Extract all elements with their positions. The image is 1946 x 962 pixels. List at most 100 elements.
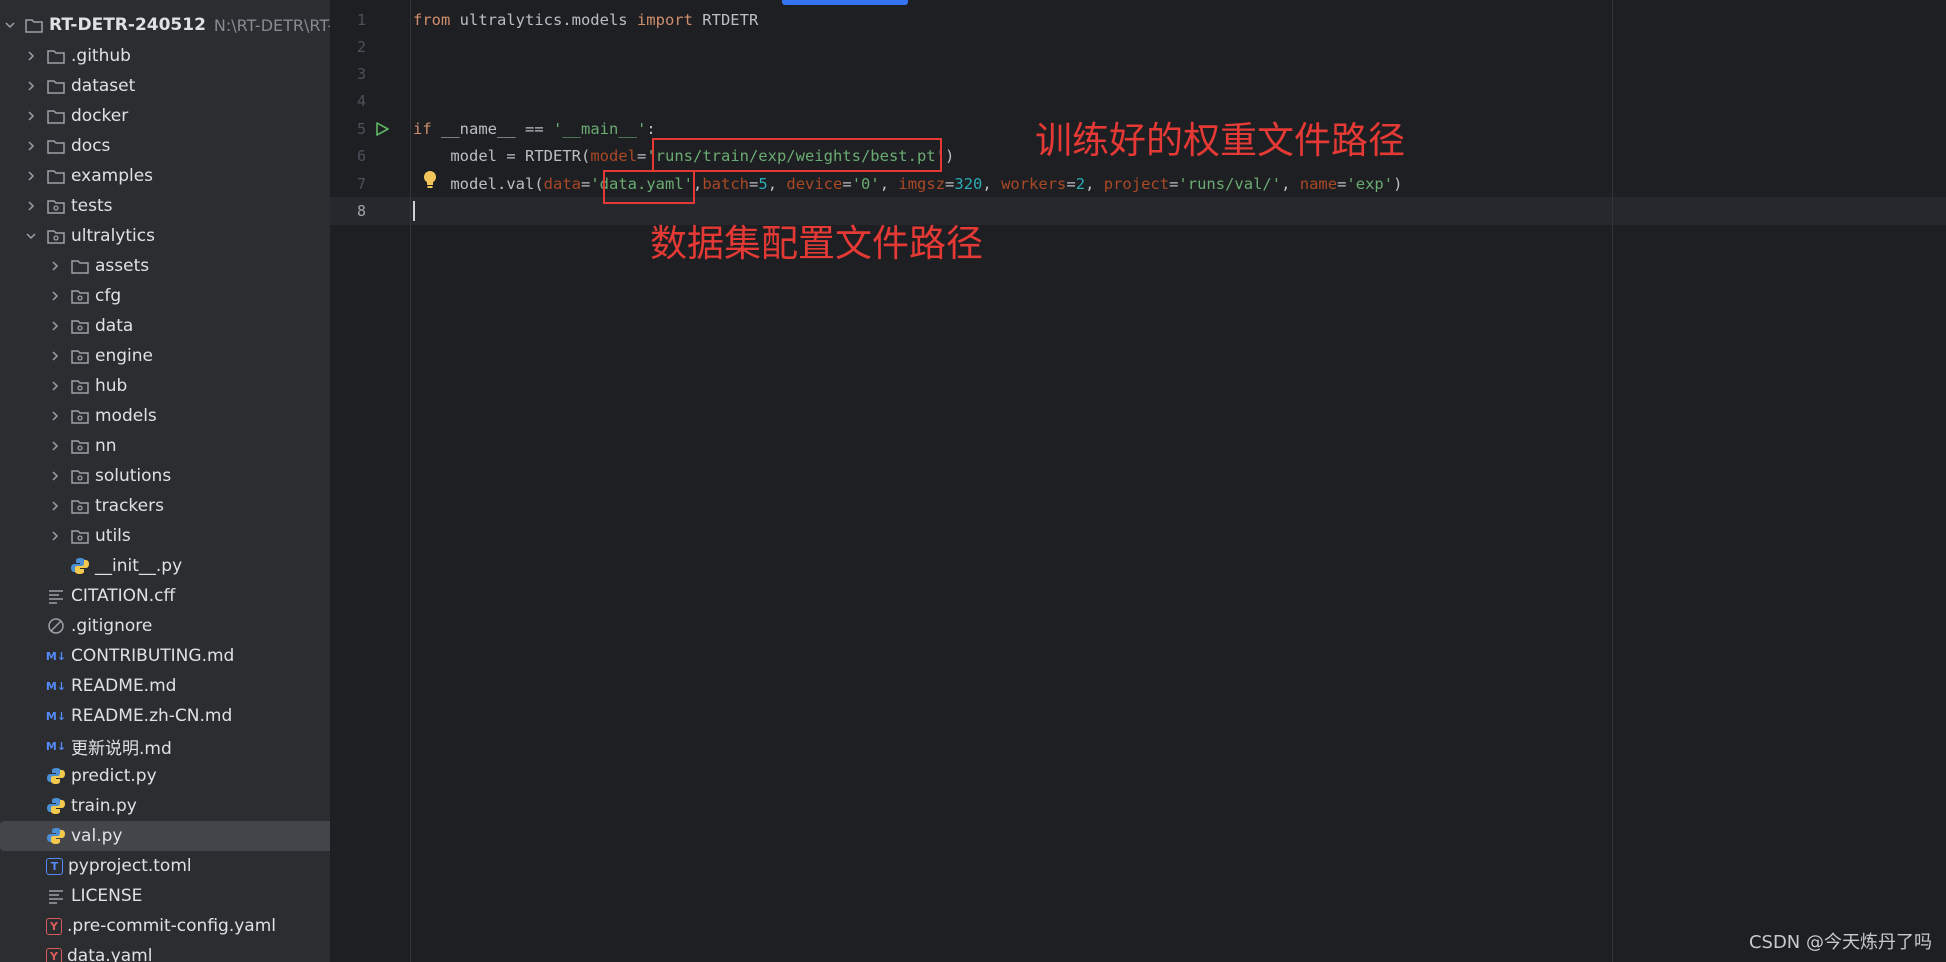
tree-item-label: docs	[71, 136, 111, 156]
folder-icon	[46, 76, 66, 96]
tree-item-label: predict.py	[71, 766, 157, 786]
tree-item-citation-cff[interactable]: CITATION.cff	[0, 581, 330, 611]
chevron-right-icon[interactable]	[24, 49, 38, 63]
tree-item-assets[interactable]: assets	[0, 251, 330, 281]
code-text: model = RTDETR(	[413, 147, 591, 165]
annotation-dataset-path: 数据集配置文件路径	[650, 222, 983, 265]
tree-item-cfg[interactable]: cfg	[0, 281, 330, 311]
tree-item-contributing-md[interactable]: M↓ CONTRIBUTING.md	[0, 641, 330, 671]
chevron-right-icon[interactable]	[48, 319, 62, 333]
yaml-file-icon: Y	[46, 917, 62, 935]
chevron-right-icon[interactable]	[48, 529, 62, 543]
tree-item-label: pyproject.toml	[68, 856, 192, 876]
active-tab-indicator	[782, 0, 908, 5]
package-folder-icon	[70, 496, 90, 516]
string-literal: '0'	[851, 175, 880, 193]
tree-item-solutions[interactable]: solutions	[0, 461, 330, 491]
tree-item-label: examples	[71, 166, 154, 186]
run-icon[interactable]	[374, 121, 390, 137]
number-literal: 2	[1075, 175, 1086, 193]
tree-item-data[interactable]: data	[0, 311, 330, 341]
tree-item-label: models	[95, 406, 157, 426]
colon: :	[646, 120, 656, 138]
chevron-right-icon[interactable]	[24, 169, 38, 183]
number-literal: 5	[758, 175, 768, 193]
tree-item-label: docker	[71, 106, 129, 126]
tree-item-nn[interactable]: nn	[0, 431, 330, 461]
chevron-right-icon[interactable]	[48, 439, 62, 453]
tree-item-label: __init__.py	[95, 556, 183, 576]
chevron-down-icon[interactable]	[24, 229, 38, 243]
code-line-7[interactable]: model.val(data='data.yaml',batch=5, devi…	[413, 171, 1402, 198]
tree-item-gitignore[interactable]: .gitignore	[0, 611, 330, 641]
package-folder-icon	[70, 316, 90, 336]
tree-item-label: utils	[95, 526, 131, 546]
tree-item-train-py[interactable]: train.py	[0, 791, 330, 821]
tree-item-pyproject-toml[interactable]: Tpyproject.toml	[0, 851, 330, 881]
chevron-down-icon[interactable]	[4, 18, 16, 32]
package-folder-icon	[70, 406, 90, 426]
chevron-right-icon[interactable]	[48, 499, 62, 513]
comma: ,	[982, 175, 1002, 193]
chevron-right-icon[interactable]	[48, 289, 62, 303]
chevron-right-icon[interactable]	[48, 469, 62, 483]
tree-item-docs[interactable]: docs	[0, 131, 330, 161]
chevron-right-icon[interactable]	[48, 409, 62, 423]
chevron-right-icon[interactable]	[24, 79, 38, 93]
operator: =	[842, 175, 852, 193]
tree-item-readme-md[interactable]: M↓ README.md	[0, 671, 330, 701]
code-line-5[interactable]: if __name__ == '__main__':	[413, 116, 656, 143]
tree-item-utils[interactable]: utils	[0, 521, 330, 551]
ignore-file-icon	[46, 616, 66, 636]
markdown-file-icon: M↓	[45, 709, 67, 723]
number-literal: 320	[954, 175, 983, 193]
tree-root-row[interactable]: RT-DETR-240512 N:\RT-DETR\RT-I	[0, 10, 330, 40]
tree-item-data-yaml[interactable]: Ydata.yaml	[0, 941, 330, 962]
line-number: 1	[356, 11, 366, 29]
tree-item-examples[interactable]: examples	[0, 161, 330, 191]
markdown-file-icon: M↓	[45, 679, 67, 693]
tree-item-docker[interactable]: docker	[0, 101, 330, 131]
package-folder-icon	[70, 376, 90, 396]
folder-icon	[46, 136, 66, 156]
line-number: 6	[356, 147, 366, 165]
comma: ,	[1281, 175, 1300, 193]
tree-item-hub[interactable]: hub	[0, 371, 330, 401]
tree-item-trackers[interactable]: trackers	[0, 491, 330, 521]
chevron-right-icon[interactable]	[48, 349, 62, 363]
chevron-right-icon[interactable]	[48, 379, 62, 393]
tree-item-engine[interactable]: engine	[0, 341, 330, 371]
text-caret	[413, 201, 415, 221]
line-number: 2	[356, 38, 366, 56]
code-editor[interactable]: 1 2 3 4 5 6 7 8 from ultralytics.models …	[330, 0, 1946, 962]
tree-item-pre-commit-config-yaml[interactable]: Y .pre-commit-config.yaml	[0, 911, 330, 941]
chevron-right-icon[interactable]	[24, 139, 38, 153]
chevron-right-icon[interactable]	[48, 259, 62, 273]
tree-item-predict-py[interactable]: predict.py	[0, 761, 330, 791]
project-tree-panel: RT-DETR-240512 N:\RT-DETR\RT-I .github da…	[0, 0, 330, 962]
param-name: imgsz	[898, 175, 946, 193]
tree-item-ultralytics[interactable]: ultralytics	[0, 221, 330, 251]
tree-item-dataset[interactable]: dataset	[0, 71, 330, 101]
tree-item-md[interactable]: M↓ 更新说明.md	[0, 731, 330, 761]
param-name: project	[1103, 175, 1170, 193]
tree-item-license[interactable]: LICENSE	[0, 881, 330, 911]
package-folder-icon	[70, 436, 90, 456]
python-file-icon	[46, 766, 66, 786]
tree-item-label: train.py	[71, 796, 137, 816]
tree-item-models[interactable]: models	[0, 401, 330, 431]
line-number: 3	[356, 65, 366, 83]
code-text: )	[944, 147, 955, 165]
annotation-box-dataset	[603, 170, 695, 204]
chevron-right-icon[interactable]	[24, 199, 38, 213]
tree-item-tests[interactable]: tests	[0, 191, 330, 221]
tree-item-val-py[interactable]: val.py	[0, 821, 330, 851]
package-folder-icon	[70, 466, 90, 486]
tree-item-github[interactable]: .github	[0, 41, 330, 71]
tree-item-readme-zh-cn-md[interactable]: M↓ README.zh-CN.md	[0, 701, 330, 731]
watermark: CSDN @今天炼丹了吗	[1748, 932, 1932, 953]
tree-item-label: 更新说明.md	[71, 738, 172, 759]
tree-item-init-py[interactable]: __init__.py	[0, 551, 330, 581]
chevron-right-icon[interactable]	[24, 109, 38, 123]
code-line-1[interactable]: from ultralytics.models import RTDETR	[413, 7, 758, 34]
